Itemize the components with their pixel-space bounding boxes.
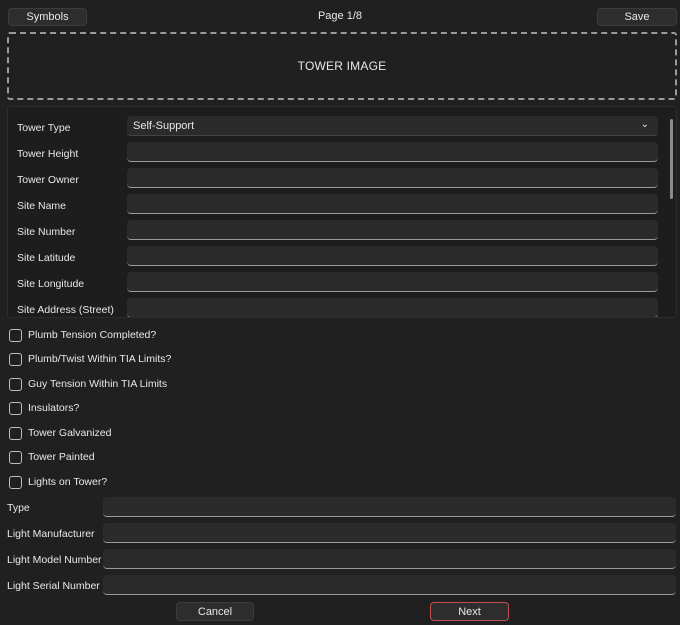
field-label: Tower Type xyxy=(17,122,71,134)
checkbox-insulators[interactable]: Insulators? xyxy=(9,400,79,416)
field-label: Tower Height xyxy=(17,148,79,160)
scrollbar[interactable] xyxy=(670,119,673,199)
field-label: Light Model Number xyxy=(7,554,102,566)
checkbox-label: Tower Galvanized xyxy=(28,427,112,439)
checkbox-box[interactable] xyxy=(9,328,22,342)
chevron-down-icon: ⌄ xyxy=(640,119,649,130)
field-row-tower-type: Tower Type Self-Support ⌄ xyxy=(8,115,668,141)
checkbox-box[interactable] xyxy=(9,401,22,415)
field-row-light-manufacturer: Light Manufacturer xyxy=(0,523,680,545)
checkbox-plumb-tension[interactable]: Plumb Tension Completed? xyxy=(9,327,156,343)
tower-owner-input[interactable] xyxy=(127,168,658,188)
checkbox-lights-on-tower[interactable]: Lights on Tower? xyxy=(9,474,107,490)
checkbox-label: Insulators? xyxy=(28,402,80,414)
field-row-site-name: Site Name xyxy=(8,193,668,219)
checkbox-label: Tower Painted xyxy=(28,451,95,463)
site-number-input[interactable] xyxy=(127,220,658,240)
tower-image-placeholder[interactable]: TOWER IMAGE xyxy=(7,32,677,100)
page-indicator: Page 1/8 xyxy=(317,10,363,22)
save-button[interactable]: Save xyxy=(597,8,677,26)
checkbox-box[interactable] xyxy=(9,450,22,464)
tower-type-value: Self-Support xyxy=(133,119,195,132)
cancel-button[interactable]: Cancel xyxy=(176,602,254,621)
checkbox-label: Lights on Tower? xyxy=(28,476,108,488)
checkbox-tower-painted[interactable]: Tower Painted xyxy=(9,449,95,465)
site-longitude-input[interactable] xyxy=(127,272,658,292)
field-row-light-serial-number: Light Serial Number xyxy=(0,575,680,597)
field-label: Light Manufacturer xyxy=(7,528,95,540)
light-serial-number-input[interactable] xyxy=(103,575,676,595)
tower-height-input[interactable] xyxy=(127,142,658,162)
checkbox-box[interactable] xyxy=(9,377,22,391)
checkbox-guy-tension[interactable]: Guy Tension Within TIA Limits xyxy=(9,376,167,392)
field-label: Site Longitude xyxy=(17,278,85,290)
field-label: Type xyxy=(7,502,30,514)
checkbox-tower-galvanized[interactable]: Tower Galvanized xyxy=(9,425,111,441)
field-row-site-number: Site Number xyxy=(8,219,668,245)
tower-type-select[interactable]: Self-Support ⌄ xyxy=(127,116,658,136)
field-label: Site Latitude xyxy=(17,252,76,264)
light-type-input[interactable] xyxy=(103,497,676,517)
next-button[interactable]: Next xyxy=(430,602,509,621)
checkbox-box[interactable] xyxy=(9,475,22,489)
checkbox-box[interactable] xyxy=(9,426,22,440)
field-row-site-longitude: Site Longitude xyxy=(8,271,668,297)
field-row-light-type: Type xyxy=(0,497,680,519)
field-row-site-address: Site Address (Street) xyxy=(8,297,668,317)
site-name-input[interactable] xyxy=(127,194,658,214)
site-address-input[interactable] xyxy=(127,298,658,317)
field-label: Tower Owner xyxy=(17,174,79,186)
light-model-number-input[interactable] xyxy=(103,549,676,569)
tower-fields-panel: Tower Type Self-Support ⌄ Tower Height T… xyxy=(7,106,677,318)
checkbox-box[interactable] xyxy=(9,352,22,366)
field-row-tower-height: Tower Height xyxy=(8,141,668,167)
field-label: Site Name xyxy=(17,200,67,212)
checkbox-label: Plumb/Twist Within TIA Limits? xyxy=(28,353,172,365)
checkbox-plumb-twist[interactable]: Plumb/Twist Within TIA Limits? xyxy=(9,351,171,367)
field-label: Light Serial Number xyxy=(7,580,100,592)
checkbox-label: Plumb Tension Completed? xyxy=(28,329,157,341)
checkbox-label: Guy Tension Within TIA Limits xyxy=(28,378,168,390)
tower-image-label: TOWER IMAGE xyxy=(297,59,387,73)
field-label: Site Address (Street) xyxy=(17,304,114,316)
field-row-light-model-number: Light Model Number xyxy=(0,549,680,571)
field-row-site-latitude: Site Latitude xyxy=(8,245,668,271)
field-row-tower-owner: Tower Owner xyxy=(8,167,668,193)
site-latitude-input[interactable] xyxy=(127,246,658,266)
field-label: Site Number xyxy=(17,226,76,238)
light-manufacturer-input[interactable] xyxy=(103,523,676,543)
